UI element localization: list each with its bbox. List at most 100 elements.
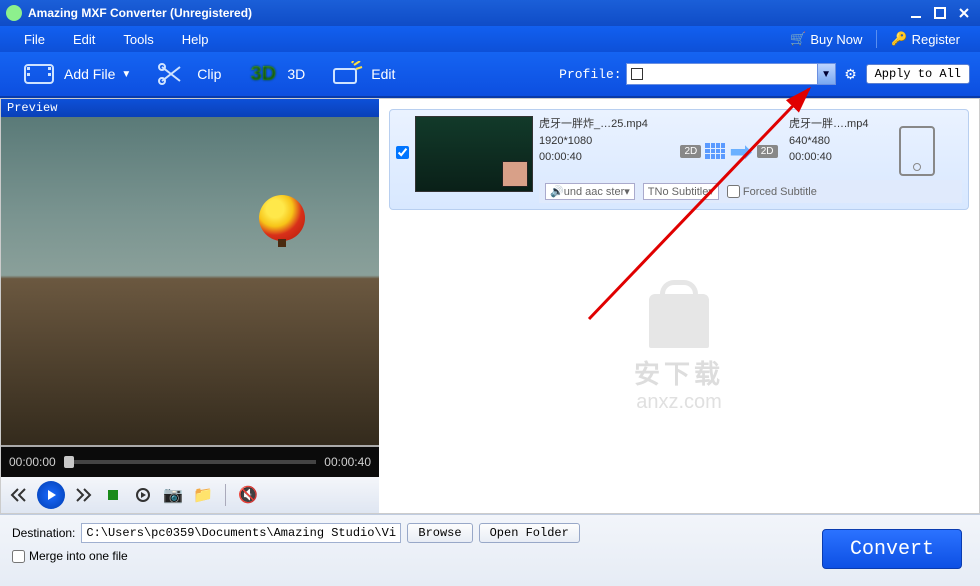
buy-now-label: Buy Now bbox=[810, 32, 862, 47]
folder-icon: 📁 bbox=[193, 485, 213, 505]
target-resolution: 640*480 bbox=[789, 133, 899, 150]
time-total: 00:00:40 bbox=[324, 455, 371, 469]
audio-track-select[interactable]: 🔊 und aac ster ▾ bbox=[545, 183, 635, 200]
arrow-right-icon: ➡ bbox=[729, 135, 752, 168]
speaker-muted-icon: 🔇 bbox=[238, 485, 258, 505]
file-thumbnail[interactable] bbox=[415, 116, 533, 192]
gear-icon: ⚙ bbox=[844, 66, 857, 83]
buy-now-link[interactable]: 🛒 Buy Now bbox=[780, 31, 872, 47]
apply-to-all-button[interactable]: Apply to All bbox=[866, 64, 970, 84]
scissors-icon bbox=[155, 59, 191, 89]
menu-tools[interactable]: Tools bbox=[109, 28, 167, 51]
step-button[interactable] bbox=[131, 483, 155, 507]
close-button[interactable] bbox=[954, 5, 974, 21]
chevron-down-icon: ▼ bbox=[817, 64, 835, 84]
target-duration: 00:00:40 bbox=[789, 149, 899, 166]
convert-button[interactable]: Convert bbox=[822, 529, 962, 569]
profile-block: Profile: iPad MPEG4 Video(*.mp4) ▼ ⚙ App… bbox=[559, 63, 970, 85]
next-button[interactable] bbox=[71, 483, 95, 507]
3d-button[interactable]: 3D 3D bbox=[233, 55, 317, 93]
chevron-down-icon: ▼ bbox=[121, 69, 131, 80]
film-icon bbox=[22, 59, 58, 89]
register-link[interactable]: 🔑 Register bbox=[881, 31, 970, 47]
key-icon: 🔑 bbox=[891, 31, 907, 47]
audio-track-label: und aac ster bbox=[564, 186, 625, 198]
watermark-text: 安下载 bbox=[634, 354, 724, 391]
file-list-panel: 虎牙一胖炸_…25.mp4 1920*1080 00:00:40 2D ➡ 2D… bbox=[379, 99, 979, 513]
merge-checkbox[interactable] bbox=[12, 550, 25, 563]
preview-video[interactable] bbox=[1, 117, 379, 447]
destination-input[interactable] bbox=[81, 523, 401, 543]
preview-label: Preview bbox=[1, 99, 379, 117]
source-info: 虎牙一胖炸_…25.mp4 1920*1080 00:00:40 bbox=[539, 116, 669, 166]
profile-label: Profile: bbox=[559, 67, 621, 82]
source-resolution: 1920*1080 bbox=[539, 133, 669, 150]
mute-button[interactable]: 🔇 bbox=[236, 483, 260, 507]
source-2d-badge: 2D bbox=[680, 145, 701, 158]
time-current: 00:00:00 bbox=[9, 455, 56, 469]
clip-button[interactable]: Clip bbox=[143, 55, 233, 93]
time-bar: 00:00:00 00:00:40 bbox=[1, 447, 379, 477]
minimize-button[interactable] bbox=[906, 5, 926, 21]
add-file-label: Add File bbox=[64, 66, 115, 82]
menu-file[interactable]: File bbox=[10, 28, 59, 51]
camera-icon: 📷 bbox=[163, 485, 183, 505]
merge-label: Merge into one file bbox=[29, 549, 128, 563]
prev-button[interactable] bbox=[7, 483, 31, 507]
browse-button[interactable]: Browse bbox=[407, 523, 472, 543]
register-label: Register bbox=[912, 32, 960, 47]
device-icon bbox=[899, 126, 935, 176]
toolbar: Add File ▼ Clip 3D 3D Edit Profile: iPad… bbox=[0, 52, 980, 98]
subtitle-select[interactable]: T No Subtitle ▾ bbox=[643, 183, 719, 200]
snapshot-folder-button[interactable]: 📁 bbox=[191, 483, 215, 507]
subtitle-label: No Subtitle bbox=[655, 186, 709, 198]
menu-help[interactable]: Help bbox=[168, 28, 223, 51]
balloon-graphic bbox=[259, 195, 305, 241]
wand-icon bbox=[329, 59, 365, 89]
watermark-url: anxz.com bbox=[634, 391, 724, 414]
destination-row: Destination: Browse Open Folder bbox=[12, 523, 580, 543]
bottom-bar: Destination: Browse Open Folder Merge in… bbox=[0, 514, 980, 586]
forced-subtitle-label: Forced Subtitle bbox=[743, 186, 817, 198]
3d-label: 3D bbox=[287, 66, 305, 82]
conversion-arrow: 2D ➡ 2D bbox=[669, 126, 789, 176]
source-duration: 00:00:40 bbox=[539, 149, 669, 166]
edit-button[interactable]: Edit bbox=[317, 55, 407, 93]
target-2d-badge: 2D bbox=[757, 145, 778, 158]
open-folder-button[interactable]: Open Folder bbox=[479, 523, 580, 543]
target-info: 虎牙一胖….mp4 640*480 00:00:40 bbox=[789, 116, 899, 166]
merge-toggle[interactable]: Merge into one file bbox=[12, 549, 580, 563]
profile-select[interactable]: iPad MPEG4 Video(*.mp4) ▼ bbox=[626, 63, 836, 85]
watermark: 安下载 anxz.com bbox=[634, 294, 724, 414]
edit-label: Edit bbox=[371, 66, 395, 82]
source-filename: 虎牙一胖炸_…25.mp4 bbox=[539, 116, 669, 133]
file-item[interactable]: 虎牙一胖炸_…25.mp4 1920*1080 00:00:40 2D ➡ 2D… bbox=[389, 109, 969, 210]
add-file-button[interactable]: Add File ▼ bbox=[10, 55, 143, 93]
forced-subtitle-toggle[interactable]: Forced Subtitle bbox=[727, 185, 817, 198]
menu-edit[interactable]: Edit bbox=[59, 28, 109, 51]
preview-panel: Preview 00:00:00 00:00:40 📷 📁 🔇 bbox=[1, 99, 379, 513]
device-square-icon bbox=[631, 68, 643, 80]
profile-settings-button[interactable]: ⚙ bbox=[840, 63, 862, 85]
3d-icon: 3D bbox=[245, 59, 281, 89]
forced-subtitle-checkbox[interactable] bbox=[727, 185, 740, 198]
play-button[interactable] bbox=[37, 481, 65, 509]
grid-icon bbox=[705, 143, 725, 159]
separator bbox=[876, 30, 877, 48]
snapshot-button[interactable]: 📷 bbox=[161, 483, 185, 507]
file-checkbox[interactable] bbox=[396, 146, 409, 159]
maximize-button[interactable] bbox=[930, 5, 950, 21]
bag-icon bbox=[649, 294, 709, 348]
main-area: Preview 00:00:00 00:00:40 📷 📁 🔇 bbox=[0, 98, 980, 514]
menubar: File Edit Tools Help 🛒 Buy Now 🔑 Registe… bbox=[0, 26, 980, 52]
profile-value: iPad MPEG4 Video(*.mp4) bbox=[649, 67, 792, 81]
clip-label: Clip bbox=[197, 66, 221, 82]
cart-icon: 🛒 bbox=[790, 31, 806, 47]
track-row: 🔊 und aac ster ▾ T No Subtitle ▾ Forced … bbox=[539, 180, 962, 203]
window-title: Amazing MXF Converter (Unregistered) bbox=[28, 6, 252, 20]
app-icon bbox=[6, 5, 22, 21]
seek-slider[interactable] bbox=[64, 460, 317, 464]
destination-label: Destination: bbox=[12, 526, 75, 540]
stop-button[interactable] bbox=[101, 483, 125, 507]
titlebar: Amazing MXF Converter (Unregistered) bbox=[0, 0, 980, 26]
